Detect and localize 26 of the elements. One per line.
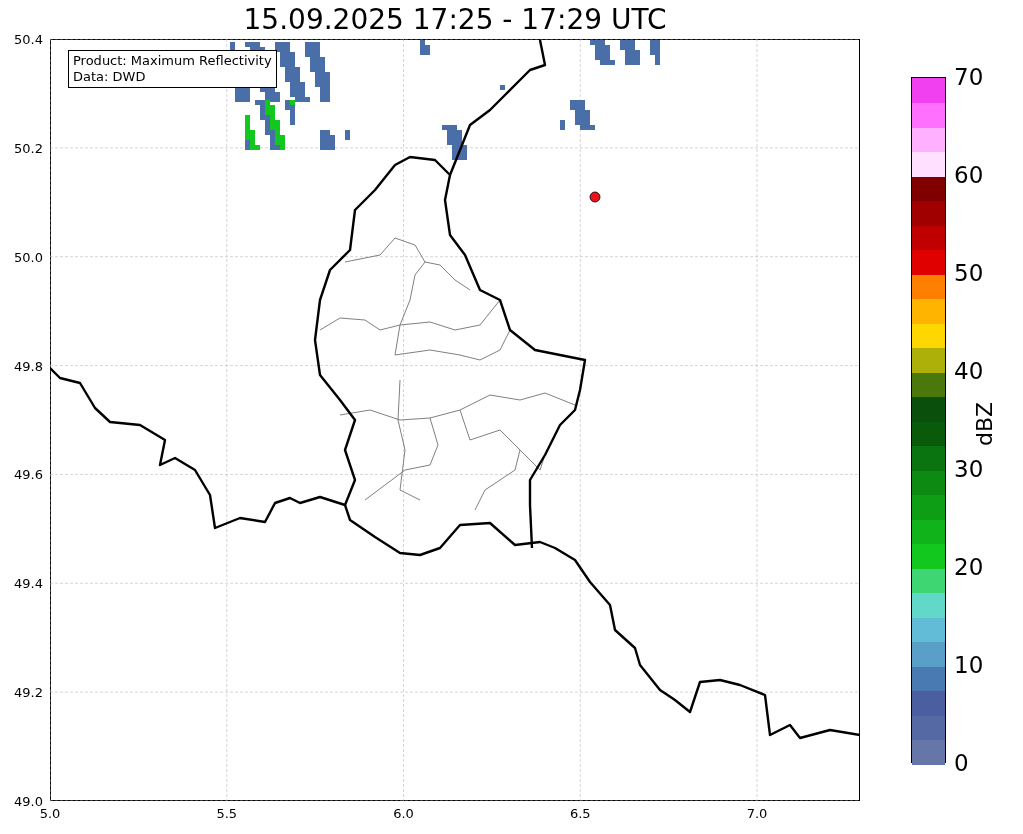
colorbar-tick-label: 30 <box>954 457 984 481</box>
info-text: Product: Maximum Reflectivity <box>73 53 272 69</box>
colorbar-tick-label: 60 <box>954 163 984 187</box>
plot-title: 15.09.2025 17:25 - 17:29 UTC <box>242 2 668 38</box>
y-tick-label: 50.0 <box>14 249 43 265</box>
x-tick-label: 5.0 <box>39 806 61 821</box>
y-tick-label: 49.6 <box>14 466 43 482</box>
y-tick-label: 49.8 <box>14 358 43 374</box>
y-tick-label: 50.2 <box>14 140 43 156</box>
colorbar-tick-label: 70 <box>954 65 984 89</box>
y-tick-label: 49.0 <box>14 793 43 809</box>
colorbar-tick-label: 0 <box>954 751 969 775</box>
location-marker <box>589 191 601 203</box>
info-text: Data: DWD <box>73 69 147 85</box>
colorbar-tick-label: 10 <box>954 653 984 677</box>
colorbar-label: dBZ <box>971 401 997 447</box>
colorbar-tick-label: 40 <box>954 359 984 383</box>
y-tick-label: 49.4 <box>14 575 43 591</box>
x-tick-label: 5.5 <box>216 806 238 821</box>
y-tick-label: 49.2 <box>14 684 43 700</box>
colorbar-tick-label: 20 <box>954 555 984 579</box>
x-tick-label: 6.5 <box>569 806 591 821</box>
x-tick-label: 7.0 <box>746 806 768 821</box>
colorbar-tick-label: 50 <box>954 261 984 285</box>
y-tick-label: 50.4 <box>14 31 43 47</box>
x-tick-label: 6.0 <box>393 806 414 821</box>
